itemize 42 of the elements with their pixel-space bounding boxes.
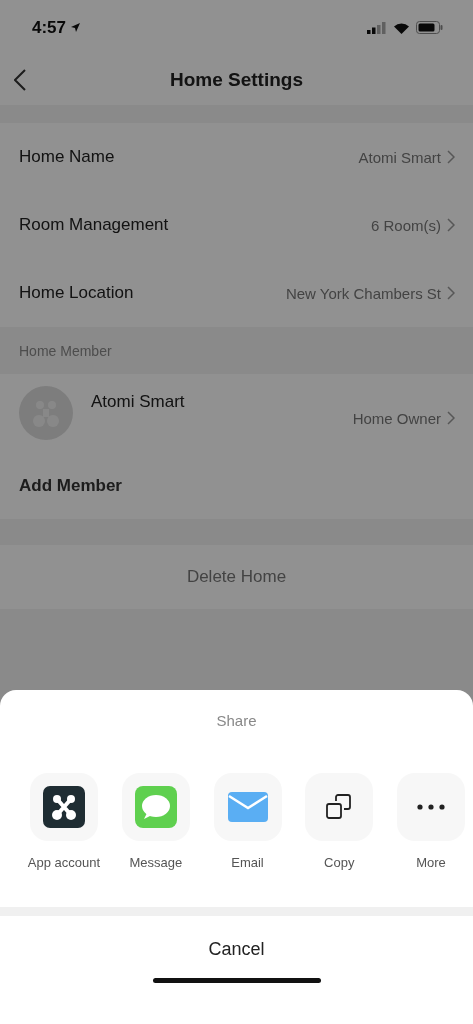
row-label: Home Location (19, 283, 134, 303)
settings-row[interactable]: Home Location New York Chambers St (0, 259, 473, 327)
wifi-icon (393, 21, 410, 34)
option-label: Message (129, 855, 183, 870)
option-label: More (416, 855, 446, 870)
back-icon[interactable] (14, 69, 26, 91)
member-row[interactable]: Atomi Smart Home Owner (0, 374, 473, 452)
add-member-row[interactable]: Add Member (0, 452, 473, 519)
row-label: Room Management (19, 215, 169, 235)
row-value: Atomi Smart (358, 148, 441, 166)
row-value: New York Chambers St (285, 284, 441, 302)
share-option[interactable]: More (397, 773, 465, 870)
share-option[interactable]: App account (30, 773, 98, 870)
chevron-icon (447, 218, 455, 232)
chat-bubble-icon (134, 786, 177, 828)
member-name: Atomi Smart (91, 392, 185, 412)
option-label: App account (27, 855, 101, 870)
copy-icon (325, 793, 354, 821)
row-value: 6 Room(s) (371, 216, 441, 234)
chevron-icon (447, 286, 455, 300)
section-header: Home Member (19, 342, 112, 359)
sheet-title: Share (216, 712, 257, 729)
more-icon (417, 804, 445, 810)
settings-row[interactable]: Home Name Atomi Smart (0, 123, 473, 191)
share-option[interactable]: Email (213, 773, 282, 870)
location-arrow-icon (70, 22, 82, 33)
chevron-icon (447, 150, 455, 164)
option-label: Copy (324, 855, 355, 870)
chevron-icon (447, 411, 455, 425)
share-option[interactable]: Copy (305, 773, 374, 870)
envelope-icon (227, 792, 268, 822)
status-time: 4:57 (32, 17, 67, 38)
app-logo-icon (43, 786, 85, 828)
add-member-label: Add Member (19, 475, 122, 496)
battery-icon (416, 21, 443, 34)
member-role: Home Owner (352, 409, 441, 427)
signal-icon (367, 21, 387, 34)
row-label: Home Name (19, 147, 115, 167)
option-label: Email (231, 855, 264, 870)
settings-row[interactable]: Room Management 6 Room(s) (0, 191, 473, 259)
page-title: Home Settings (170, 69, 303, 91)
share-option[interactable]: Message (121, 773, 190, 870)
